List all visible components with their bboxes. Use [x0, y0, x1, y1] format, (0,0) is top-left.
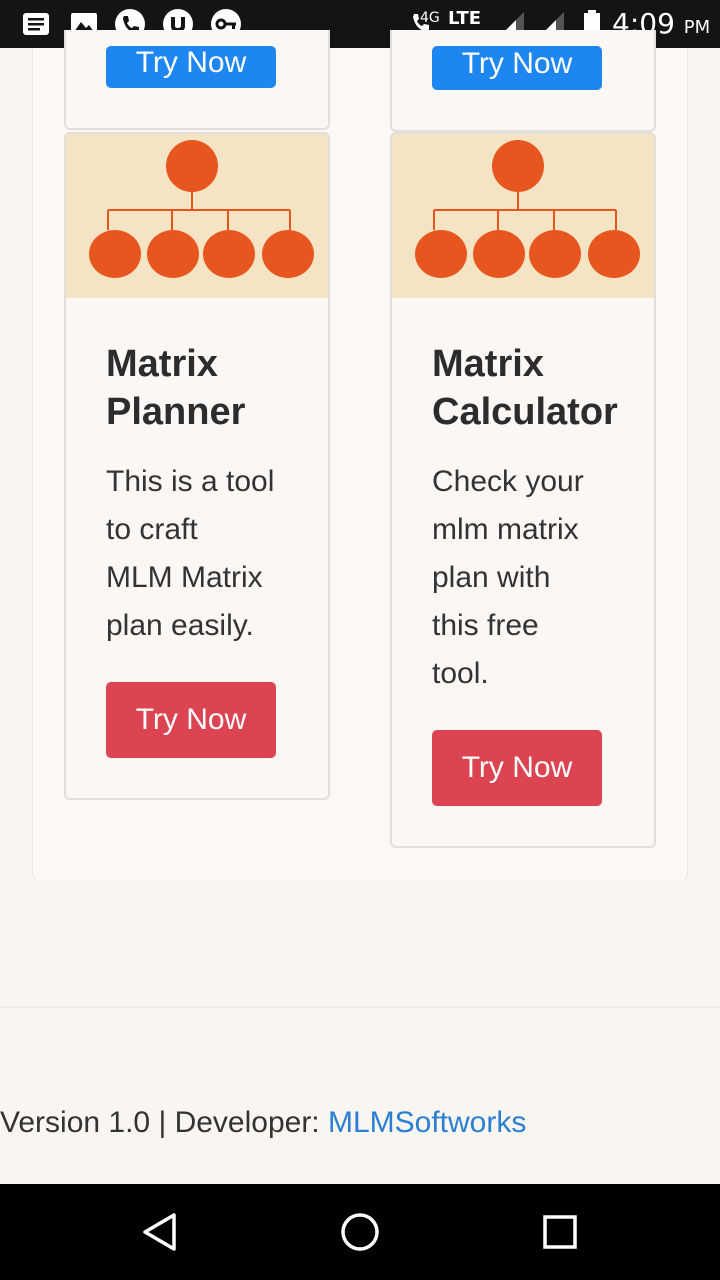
developer-link[interactable]: MLMSoftworks: [328, 1106, 526, 1139]
try-now-button[interactable]: Try Now: [106, 682, 276, 758]
recents-icon[interactable]: [536, 1208, 584, 1256]
lte-label: LTE: [448, 8, 482, 29]
home-icon[interactable]: [336, 1208, 384, 1256]
section-divider: [0, 880, 720, 1008]
matrix-calculator-card: Matrix Calculator Check your mlm matrix …: [390, 132, 656, 848]
matrix-tree-icon: [415, 140, 640, 278]
card-description: This is a tool to craft MLM Matrix plan …: [106, 465, 275, 642]
try-now-button[interactable]: Try Now: [432, 46, 602, 90]
network-type: 4G: [420, 10, 440, 26]
card-title: Matrix Calculator: [432, 343, 618, 433]
card-description: Check your mlm matrix plan with this fre…: [432, 465, 584, 690]
card-title: Matrix Planner: [106, 343, 246, 433]
back-icon[interactable]: [136, 1208, 184, 1256]
tool-card-partial-left: Try Now: [64, 30, 330, 130]
try-now-button[interactable]: Try Now: [106, 46, 276, 88]
tool-card-partial-right: Try Now: [390, 30, 656, 132]
try-now-button[interactable]: Try Now: [432, 730, 602, 806]
matrix-tree-icon: [89, 140, 314, 278]
navigation-bar: [0, 1184, 720, 1280]
version-text: Version 1.0 | Developer:: [0, 1106, 328, 1139]
matrix-tree-image: [392, 134, 654, 298]
footer: Version 1.0 | Developer: MLMSoftworks: [0, 1106, 526, 1140]
matrix-planner-card: Matrix Planner This is a tool to craft M…: [64, 132, 330, 800]
matrix-tree-image: [66, 134, 328, 298]
notification-list-icon: [23, 13, 49, 35]
